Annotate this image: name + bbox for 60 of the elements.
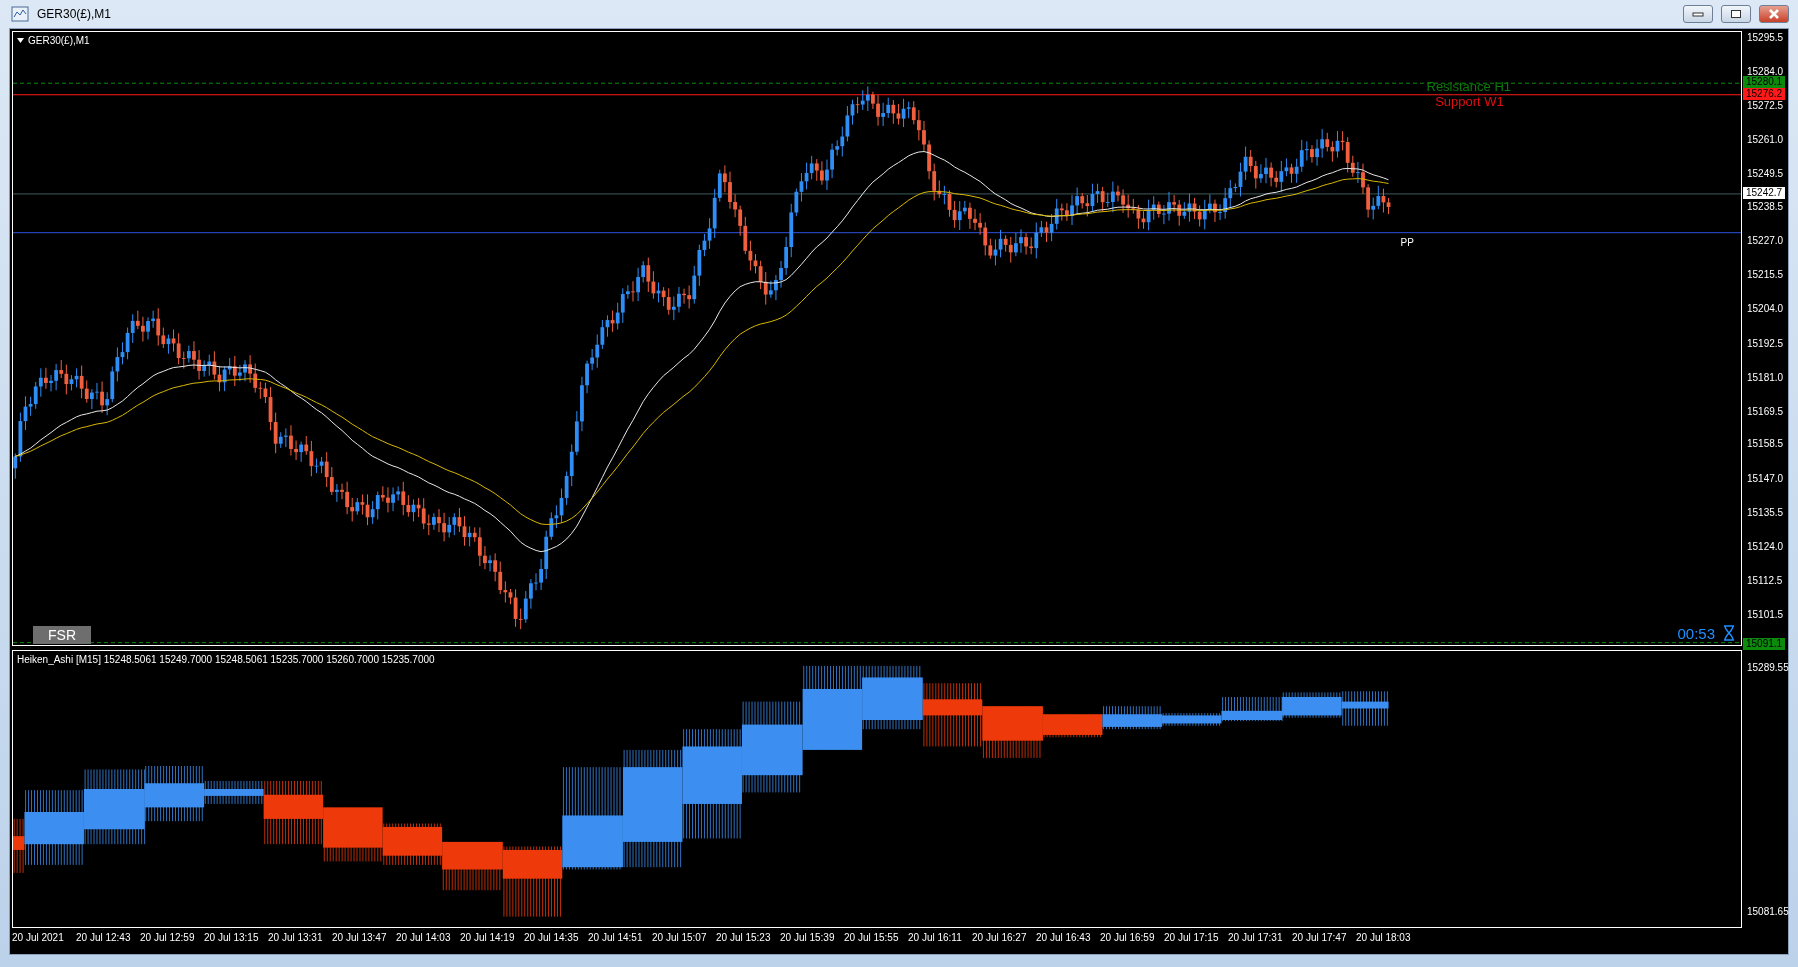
price-axis-label: 15238.5	[1747, 200, 1784, 212]
close-button[interactable]	[1759, 5, 1789, 23]
price-axis-label: 15181.0	[1747, 371, 1784, 383]
time-axis-label: 20 Jul 17:15	[1164, 932, 1220, 945]
price-axis-label: 15101.5	[1747, 608, 1784, 620]
price-tag: 15280.1	[1743, 76, 1786, 89]
symbol-label[interactable]: GER30(£),M1	[17, 35, 90, 46]
price-axis-label: 15204.0	[1747, 302, 1784, 314]
price-axis-label: 15192.5	[1747, 337, 1784, 348]
price-axis-label: 15147.0	[1747, 472, 1784, 484]
time-axis-label: 20 Jul 16:11	[908, 932, 963, 945]
level-label: Support W1	[1435, 93, 1504, 109]
fsr-button[interactable]: FSR	[33, 626, 91, 644]
time-axis-label: 20 Jul 16:27	[972, 932, 1028, 945]
price-axis-label: 15215.5	[1747, 268, 1784, 280]
price-axis-label: 15158.5	[1747, 437, 1784, 449]
price-axis-label: 15112.5	[1747, 574, 1783, 586]
price-tag: 15242.7	[1743, 187, 1786, 200]
price-axis-label: 15227.0	[1747, 234, 1784, 246]
price-axis-label: 15135.5	[1747, 506, 1784, 518]
caret-icon	[17, 38, 24, 43]
window-title: GER30(£),M1	[37, 7, 113, 21]
time-axis-label: 20 Jul 2021	[12, 932, 65, 945]
price-tag: 15091.1	[1743, 637, 1786, 650]
time-axis-label: 20 Jul 16:43	[1036, 932, 1092, 945]
time-axis-label: 20 Jul 17:47	[1292, 932, 1348, 945]
close-icon	[1768, 9, 1780, 19]
price-axis-label: 15261.0	[1747, 133, 1784, 145]
candle-timer: 00:53	[1677, 625, 1715, 642]
time-axis-label: 20 Jul 12:59	[140, 932, 196, 945]
level-label: Resistance H1	[1426, 78, 1512, 94]
hourglass-icon	[1723, 625, 1735, 641]
time-axis-label: 20 Jul 15:39	[780, 932, 836, 945]
time-axis-label: 20 Jul 15:23	[716, 932, 772, 945]
price-axis-label: 15124.0	[1747, 540, 1784, 552]
time-axis-label: 20 Jul 14:03	[396, 932, 452, 945]
time-axis-label: 20 Jul 15:55	[844, 932, 900, 945]
time-axis-label: 20 Jul 14:35	[524, 932, 580, 945]
indicator-label: Heiken_Ashi [M15] 15248.5061 15249.7000 15248.5061 15235.7000 15260.7000 15235.7000	[17, 654, 435, 665]
time-axis-label: 20 Jul 13:15	[204, 932, 260, 945]
time-axis-label: 20 Jul 14:51	[588, 932, 644, 945]
time-axis-label: 20 Jul 13:31	[268, 932, 324, 945]
price-axis-label: 15295.5	[1747, 31, 1784, 43]
time-axis-label: 20 Jul 15:07	[652, 932, 708, 945]
minimize-icon	[1692, 11, 1704, 17]
restore-icon	[1730, 9, 1742, 19]
minimize-button[interactable]	[1683, 5, 1713, 23]
time-axis-label: 20 Jul 13:47	[332, 932, 388, 945]
time-axis-label: 20 Jul 14:19	[460, 932, 516, 945]
restore-button[interactable]	[1721, 5, 1751, 23]
time-axis-label: 20 Jul 18:03	[1356, 932, 1412, 945]
time-axis-label: 20 Jul 12:43	[76, 932, 132, 945]
price-axis-label: 15284.0	[1747, 65, 1784, 77]
chart-window-icon	[11, 6, 29, 22]
price-axis-label: 15169.5	[1747, 405, 1784, 417]
level-label: PP	[1400, 236, 1414, 248]
price-axis-label: 15272.5	[1747, 99, 1784, 111]
time-axis-label: 20 Jul 16:59	[1100, 932, 1156, 945]
time-axis-label: 20 Jul 17:31	[1228, 932, 1284, 945]
price-axis-label: 15249.5	[1747, 167, 1784, 179]
